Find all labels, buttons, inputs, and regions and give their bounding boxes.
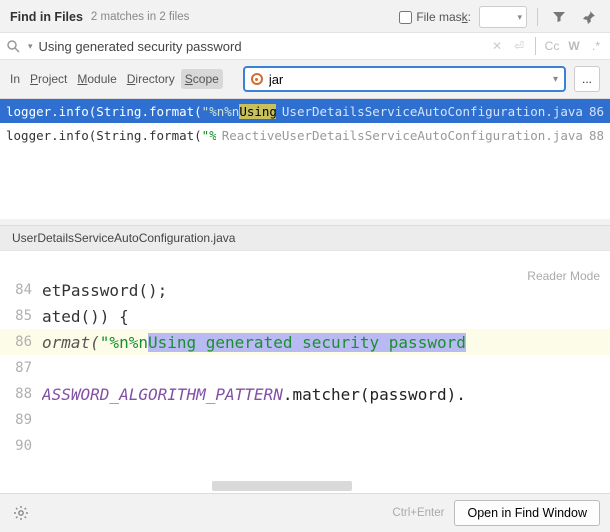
line-number: 90 [0, 438, 42, 454]
horizontal-scrollbar[interactable] [42, 479, 610, 493]
gear-icon[interactable] [10, 502, 32, 524]
tab-module[interactable]: Module [73, 69, 120, 89]
regex-toggle[interactable]: .* [588, 39, 604, 53]
file-mask-label: File mask: [416, 10, 471, 24]
match-case-toggle[interactable]: Cc [544, 39, 560, 53]
line-number: 88 [0, 386, 42, 402]
result-file: UserDetailsServiceAutoConfiguration.java [276, 104, 583, 119]
result-line: 86 [583, 104, 604, 119]
newline-icon[interactable]: ⏎ [511, 39, 527, 53]
code-line: 90 [0, 433, 610, 459]
results-empty-area [0, 147, 610, 219]
search-input[interactable] [39, 39, 483, 54]
code-line: 85 ated()) { [0, 303, 610, 329]
scope-input[interactable] [269, 72, 547, 87]
chevron-down-icon[interactable]: ▾ [553, 74, 558, 85]
result-code: logger.info(String.format("%n%nUsing gen… [6, 104, 276, 119]
file-mask-dropdown[interactable]: ▾ [479, 6, 527, 28]
whole-word-toggle[interactable]: W [566, 39, 582, 53]
search-icon [6, 39, 22, 53]
line-number: 85 [0, 308, 42, 324]
more-button[interactable]: ... [574, 66, 600, 92]
line-number: 89 [0, 412, 42, 428]
dialog-header: Find in Files 2 matches in 2 files File … [0, 0, 610, 32]
results-list: logger.info(String.format("%n%nUsing gen… [0, 99, 610, 219]
pin-icon[interactable] [578, 6, 600, 28]
filter-icon[interactable] [548, 6, 570, 28]
tab-directory[interactable]: Directory [123, 69, 179, 89]
tab-project[interactable]: Project [26, 69, 71, 89]
scope-tabs: In Project Module Directory Scope ▾ ... [0, 60, 610, 99]
code-preview[interactable]: Reader Mode 84 etPassword(); 85 ated()) … [0, 251, 610, 493]
tab-scope[interactable]: Scope [181, 69, 223, 89]
scrollbar-thumb[interactable] [212, 481, 352, 491]
code-line: 89 [0, 407, 610, 433]
result-code: logger.info(String.format("%n%nUsing gen… [6, 128, 216, 143]
line-number: 87 [0, 360, 42, 376]
open-in-find-window-button[interactable]: Open in Find Window [454, 500, 600, 526]
dialog-title: Find in Files [10, 10, 83, 24]
clear-icon[interactable]: ✕ [489, 39, 505, 53]
result-file: ReactiveUserDetailsServiceAutoConfigurat… [216, 128, 583, 143]
line-number: 84 [0, 282, 42, 298]
search-bar: ▾ ✕ ⏎ Cc W .* [0, 32, 610, 60]
line-number: 86 [0, 334, 42, 350]
dialog-footer: Ctrl+Enter Open in Find Window [0, 493, 610, 532]
scope-selector[interactable]: ▾ [243, 66, 566, 92]
code-line: 87 [0, 355, 610, 381]
divider [537, 8, 538, 26]
file-mask-group: File mask: [399, 10, 471, 24]
code-line-current: 86 ormat("%n%nUsing generated security p… [0, 329, 610, 355]
divider [535, 37, 536, 55]
code-line [0, 251, 610, 277]
result-row[interactable]: logger.info(String.format("%n%nUsing gen… [0, 99, 610, 123]
result-row[interactable]: logger.info(String.format("%n%nUsing gen… [0, 123, 610, 147]
reader-mode-badge[interactable]: Reader Mode [527, 269, 600, 283]
match-count: 2 matches in 2 files [91, 11, 189, 23]
file-mask-checkbox[interactable] [399, 11, 412, 24]
result-line: 88 [583, 128, 604, 143]
code-line: 88 ASSWORD_ALGORITHM_PATTERN.matcher(pas… [0, 381, 610, 407]
target-icon [251, 73, 263, 85]
shortcut-hint: Ctrl+Enter [392, 507, 444, 519]
preview-filename: UserDetailsServiceAutoConfiguration.java [0, 225, 610, 251]
history-dropdown-icon[interactable]: ▾ [28, 41, 33, 52]
code-line: 84 etPassword(); [0, 277, 610, 303]
in-label: In [10, 72, 20, 86]
